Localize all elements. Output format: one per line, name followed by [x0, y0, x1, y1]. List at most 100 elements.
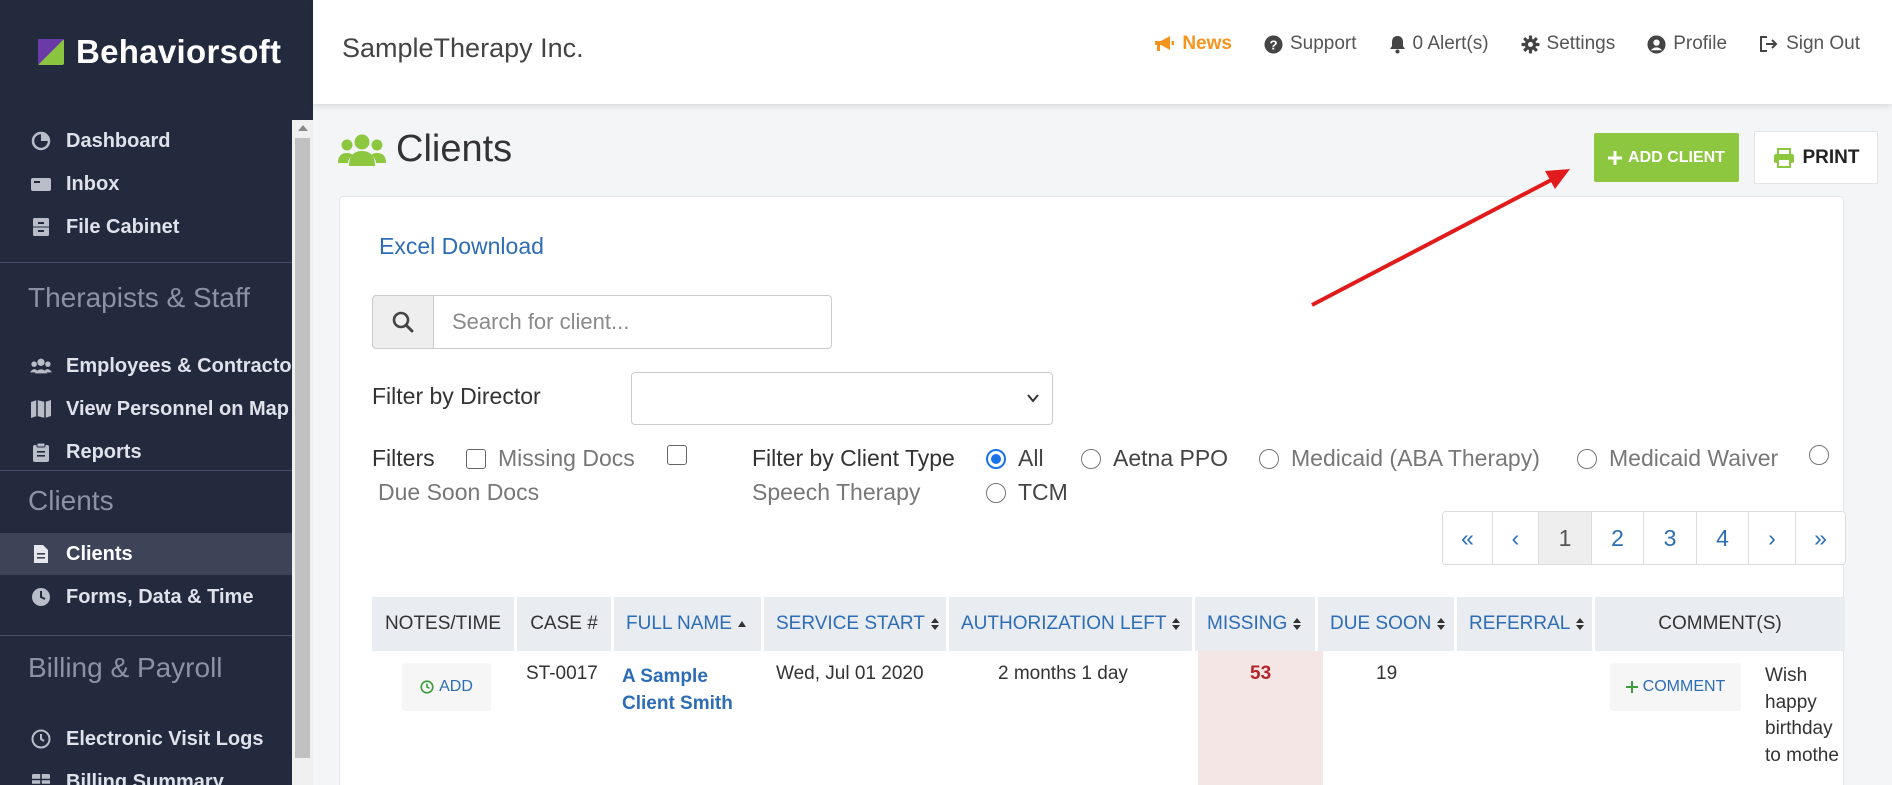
client-type-all[interactable]: All [986, 445, 1044, 472]
col-due-soon[interactable]: DUE SOON [1318, 597, 1454, 651]
radio-speech-therapy[interactable] [1809, 445, 1829, 465]
svg-text:?: ? [1269, 37, 1277, 52]
search-group [372, 295, 832, 349]
missing-count[interactable]: 53 [1250, 663, 1271, 685]
filters-label: Filters [372, 445, 435, 471]
sidebar-item-label: Inbox [66, 172, 120, 195]
page-4[interactable]: 4 [1697, 512, 1749, 564]
plus-icon [1625, 681, 1638, 693]
brand-name: Behaviorsoft [76, 33, 282, 70]
page-title: Clients [338, 128, 512, 171]
search-button[interactable] [372, 295, 434, 349]
sidebar-item-billing-summary[interactable]: Billing Summary [0, 761, 292, 785]
client-name-link[interactable]: A Sample Client Smith [622, 663, 733, 717]
col-missing[interactable]: MISSING [1195, 597, 1315, 651]
page-prev[interactable]: ‹ [1493, 512, 1539, 564]
sidebar-item-employees[interactable]: Employees & Contractors [0, 345, 311, 387]
director-select[interactable] [631, 372, 1053, 425]
sidebar-item-label: File Cabinet [66, 215, 180, 238]
sidebar-item-evv[interactable]: Electronic Visit Logs [0, 718, 292, 760]
clipboard-icon [30, 441, 52, 463]
sort-icon [1172, 618, 1181, 630]
client-type-tcm[interactable]: TCM [986, 479, 1068, 506]
radio-medicaid-waiver[interactable] [1577, 448, 1597, 469]
divider [0, 262, 292, 263]
clients-panel: Excel Download Filter by Director Filter… [339, 196, 1846, 785]
col-authorization-left[interactable]: AUTHORIZATION LEFT [949, 597, 1192, 651]
filter-missing-docs[interactable]: Missing Docs [466, 445, 635, 472]
inbox-icon [30, 173, 52, 195]
filter-due-soon-checkbox-wrap[interactable] [667, 445, 687, 465]
sidebar-nav: Dashboard Inbox File Cabinet Therapists … [0, 120, 311, 785]
case-number: ST-0017 [526, 663, 598, 684]
sidebar-scrollbar[interactable] [292, 120, 313, 785]
sidebar-item-file-cabinet[interactable]: File Cabinet [0, 206, 292, 248]
sort-icon [1576, 618, 1585, 630]
client-type-medicaid-waiver[interactable]: Medicaid Waiver [1577, 445, 1778, 472]
due-soon-checkbox[interactable] [667, 445, 687, 465]
gear-icon [1521, 34, 1540, 54]
add-client-button[interactable]: ADD CLIENT [1594, 133, 1739, 182]
client-type-label: Filter by Client Type [752, 445, 955, 471]
search-input[interactable] [434, 295, 832, 349]
scroll-up-icon[interactable] [298, 125, 308, 131]
sidebar-item-reports[interactable]: Reports [0, 431, 292, 473]
page-1[interactable]: 1 [1539, 512, 1592, 564]
print-button[interactable]: PRINT [1754, 131, 1878, 184]
sort-icon [1293, 618, 1302, 630]
sidebar-item-label: Dashboard [66, 129, 171, 152]
missing-docs-checkbox[interactable] [466, 448, 486, 469]
excel-download-link[interactable]: Excel Download [379, 233, 544, 260]
col-full-name[interactable]: FULL NAME [614, 597, 761, 651]
sign-out-icon [1760, 36, 1778, 52]
sidebar-item-label: Electronic Visit Logs [66, 727, 264, 750]
signout-link[interactable]: Sign Out [1759, 33, 1860, 55]
sidebar-item-dashboard[interactable]: Dashboard [0, 120, 292, 162]
page-last[interactable]: » [1796, 512, 1845, 564]
scrollbar-thumb[interactable] [295, 138, 310, 758]
add-note-button[interactable]: ADD [402, 663, 491, 711]
sidebar-item-inbox[interactable]: Inbox [0, 163, 292, 205]
due-soon-count[interactable]: 19 [1376, 663, 1397, 685]
section-billing-payroll: Billing & Payroll [28, 652, 223, 683]
radio-aetna-ppo[interactable] [1081, 448, 1101, 469]
section-clients: Clients [28, 485, 114, 516]
radio-medicaid-aba[interactable] [1259, 448, 1279, 469]
page-next[interactable]: › [1749, 512, 1796, 564]
sidebar-item-forms[interactable]: Forms, Data & Time [0, 576, 292, 618]
radio-all[interactable] [986, 448, 1006, 469]
page-3[interactable]: 3 [1644, 512, 1697, 564]
settings-link[interactable]: Settings [1521, 33, 1615, 55]
section-therapists-staff: Therapists & Staff [28, 282, 251, 313]
col-referral[interactable]: REFERRAL [1457, 597, 1592, 651]
table-header: NOTES/TIME CASE # FULL NAME SERVICE STAR… [372, 597, 1845, 651]
question-circle-icon: ? [1264, 34, 1283, 54]
printer-icon [1773, 147, 1794, 168]
alerts-link[interactable]: 0 Alert(s) [1389, 33, 1489, 55]
pagination: « ‹ 1 2 3 4 › » [1442, 511, 1846, 565]
add-comment-button[interactable]: COMMENT [1610, 663, 1741, 711]
page-first[interactable]: « [1443, 512, 1493, 564]
radio-tcm[interactable] [986, 482, 1006, 503]
sidebar-item-clients[interactable]: Clients [0, 533, 292, 575]
page-2[interactable]: 2 [1592, 512, 1644, 564]
support-link[interactable]: ? Support [1264, 33, 1357, 55]
comment-text: Wish happy birthday to mothe [1765, 665, 1839, 766]
col-service-start[interactable]: SERVICE START [764, 597, 946, 651]
authorization-left: 2 months 1 day [998, 663, 1128, 684]
client-type-speech: Speech Therapy [752, 479, 921, 505]
clock-outline-icon [420, 680, 434, 694]
service-start: Wed, Jul 01 2020 [776, 663, 924, 684]
user-circle-icon [1647, 34, 1666, 54]
col-case: CASE # [517, 597, 611, 651]
client-type-medicaid-aba[interactable]: Medicaid (ABA Therapy) [1259, 445, 1540, 472]
sidebar-item-map[interactable]: View Personnel on Map [0, 388, 292, 430]
brand[interactable]: Behaviorsoft [0, 0, 313, 104]
filter-due-soon-docs: Due Soon Docs [378, 479, 540, 505]
chevron-down-icon [1027, 394, 1039, 403]
news-link[interactable]: News [1153, 33, 1232, 55]
client-type-aetna[interactable]: Aetna PPO [1081, 445, 1228, 472]
plus-icon [1608, 150, 1623, 165]
profile-link[interactable]: Profile [1647, 33, 1727, 55]
client-type-speech-radio-wrap[interactable] [1809, 445, 1829, 465]
